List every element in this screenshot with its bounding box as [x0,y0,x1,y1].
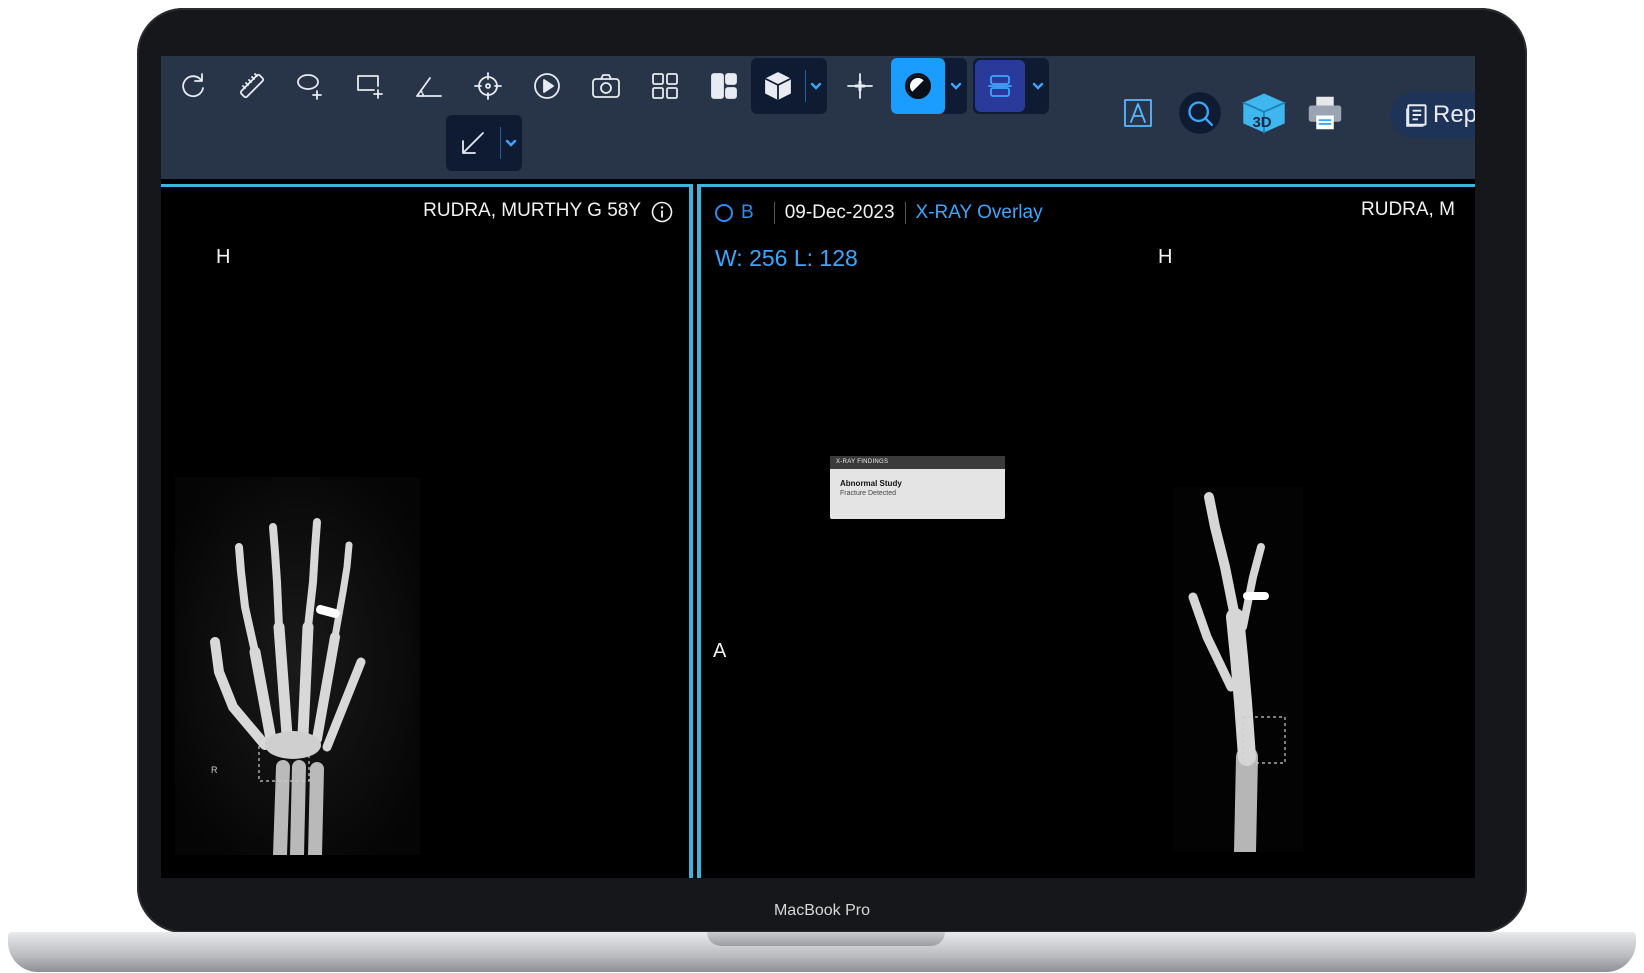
report-label: Rep [1433,101,1475,128]
cube-icon[interactable] [755,63,801,109]
window-level: W: 256 L: 128 [715,245,858,271]
findings-subtitle: Fracture Detected [840,490,897,497]
xray-image-lateral[interactable] [1173,487,1303,852]
orientation-marker: H [1158,246,1173,268]
rotate-icon[interactable] [170,63,216,109]
device-label: MacBook Pro [773,902,871,919]
print-icon[interactable] [1302,90,1348,136]
patient-name: RUDRA, MURTHY G 58Y [423,200,641,221]
orientation-marker: A [713,640,727,662]
ellipse-add-icon[interactable] [288,63,334,109]
chevron-down-icon[interactable] [1027,58,1049,114]
rectangle-add-icon[interactable] [347,63,393,109]
study-date: 09-Dec-2023 [784,202,895,223]
findings-card[interactable]: X-RAY FINDINGS Abnormal Study Fracture D… [830,456,1005,519]
ruler-icon[interactable] [229,63,275,109]
info-icon[interactable] [651,201,673,223]
layout-icon[interactable] [701,63,747,109]
report-button[interactable]: Rep [1391,92,1475,138]
stack-tool-group[interactable] [973,58,1049,114]
arrow-tool-group[interactable] [446,115,522,171]
cube-tool-group[interactable] [751,58,827,114]
laptop-notch [707,932,945,946]
orientation-marker: H [216,246,231,268]
text-annotation-icon[interactable] [1115,90,1161,136]
findings-header: X-RAY FINDINGS [830,456,1005,469]
report-icon [1406,104,1427,127]
search-icon[interactable] [1177,90,1223,136]
series-header: B 09-Dec-2023 X-RAY Overlay [715,199,1043,227]
camera-icon[interactable] [583,63,629,109]
move-cross-icon[interactable] [837,63,883,109]
xray-image-frontal[interactable]: R [175,477,420,855]
viewport-left[interactable]: RUDRA, MURTHY G 58Y H R [161,184,693,878]
side-marker: R [211,765,218,775]
screen: 3D Rep RUDRA, MURTHY G 58Y H R B 09-Dec-… [161,56,1475,878]
chevron-down-icon[interactable] [500,115,522,171]
arrow-annotate-icon[interactable] [450,120,496,166]
3d-label: 3D [1253,114,1272,131]
series-indicator-icon[interactable] [715,204,733,222]
3d-icon[interactable]: 3D [1238,88,1290,138]
contrast-icon[interactable] [895,63,941,109]
angle-icon[interactable] [406,63,452,109]
patient-name: RUDRA, M [1361,199,1455,220]
play-icon[interactable] [524,63,570,109]
divider [773,202,775,224]
crosshair-icon[interactable] [465,63,511,109]
series-letter: B [741,202,754,223]
chevron-down-icon[interactable] [805,58,827,114]
findings-title: Abnormal Study [840,479,902,488]
stack-icon[interactable] [977,63,1023,109]
grid-layout-icon[interactable] [642,63,688,109]
divider [904,202,906,224]
viewport-right[interactable]: B 09-Dec-2023 X-RAY Overlay W: 256 L: 12… [697,184,1475,878]
overlay-label[interactable]: X-RAY Overlay [916,202,1043,224]
chevron-down-icon[interactable] [945,58,967,114]
toolbar: 3D Rep [161,56,1475,179]
contrast-tool-group[interactable] [891,58,967,114]
